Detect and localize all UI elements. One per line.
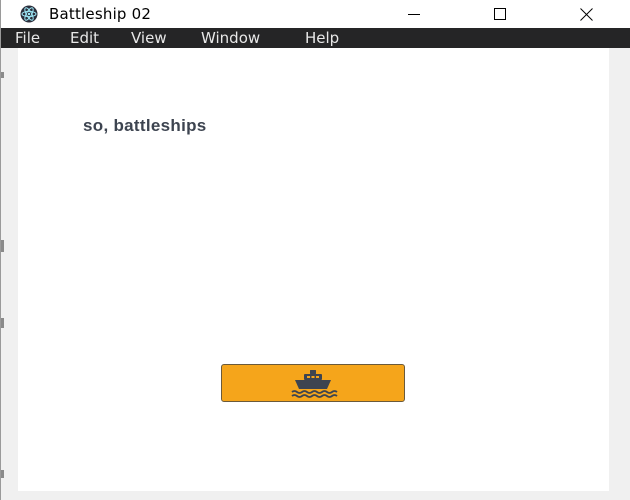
- maximize-icon: [494, 8, 506, 20]
- menu-view[interactable]: View: [131, 28, 167, 48]
- menu-help[interactable]: Help: [305, 28, 339, 48]
- menu-edit[interactable]: Edit: [70, 28, 99, 48]
- window-title: Battleship 02: [49, 5, 152, 23]
- close-button[interactable]: [563, 0, 609, 28]
- menu-window[interactable]: Window: [201, 28, 260, 48]
- ship-button[interactable]: [221, 364, 405, 402]
- close-icon: [579, 7, 593, 21]
- edge-artifact: [1, 318, 4, 328]
- main-content: so, battleships: [18, 48, 609, 491]
- edge-artifact: [1, 240, 4, 252]
- title-bar[interactable]: Battleship 02: [1, 0, 630, 28]
- minimize-button[interactable]: [391, 0, 437, 28]
- edge-artifact: [1, 470, 4, 478]
- edge-artifact: [1, 72, 4, 78]
- minimize-icon: [408, 14, 420, 15]
- electron-atom-icon: [20, 5, 38, 23]
- menu-file[interactable]: File: [15, 28, 40, 48]
- page-heading: so, battleships: [83, 116, 207, 135]
- ship-icon: [291, 370, 338, 398]
- menu-bar: File Edit View Window Help: [1, 28, 630, 48]
- maximize-button[interactable]: [477, 0, 523, 28]
- app-window: Battleship 02 File Edit View Window Help: [0, 0, 630, 500]
